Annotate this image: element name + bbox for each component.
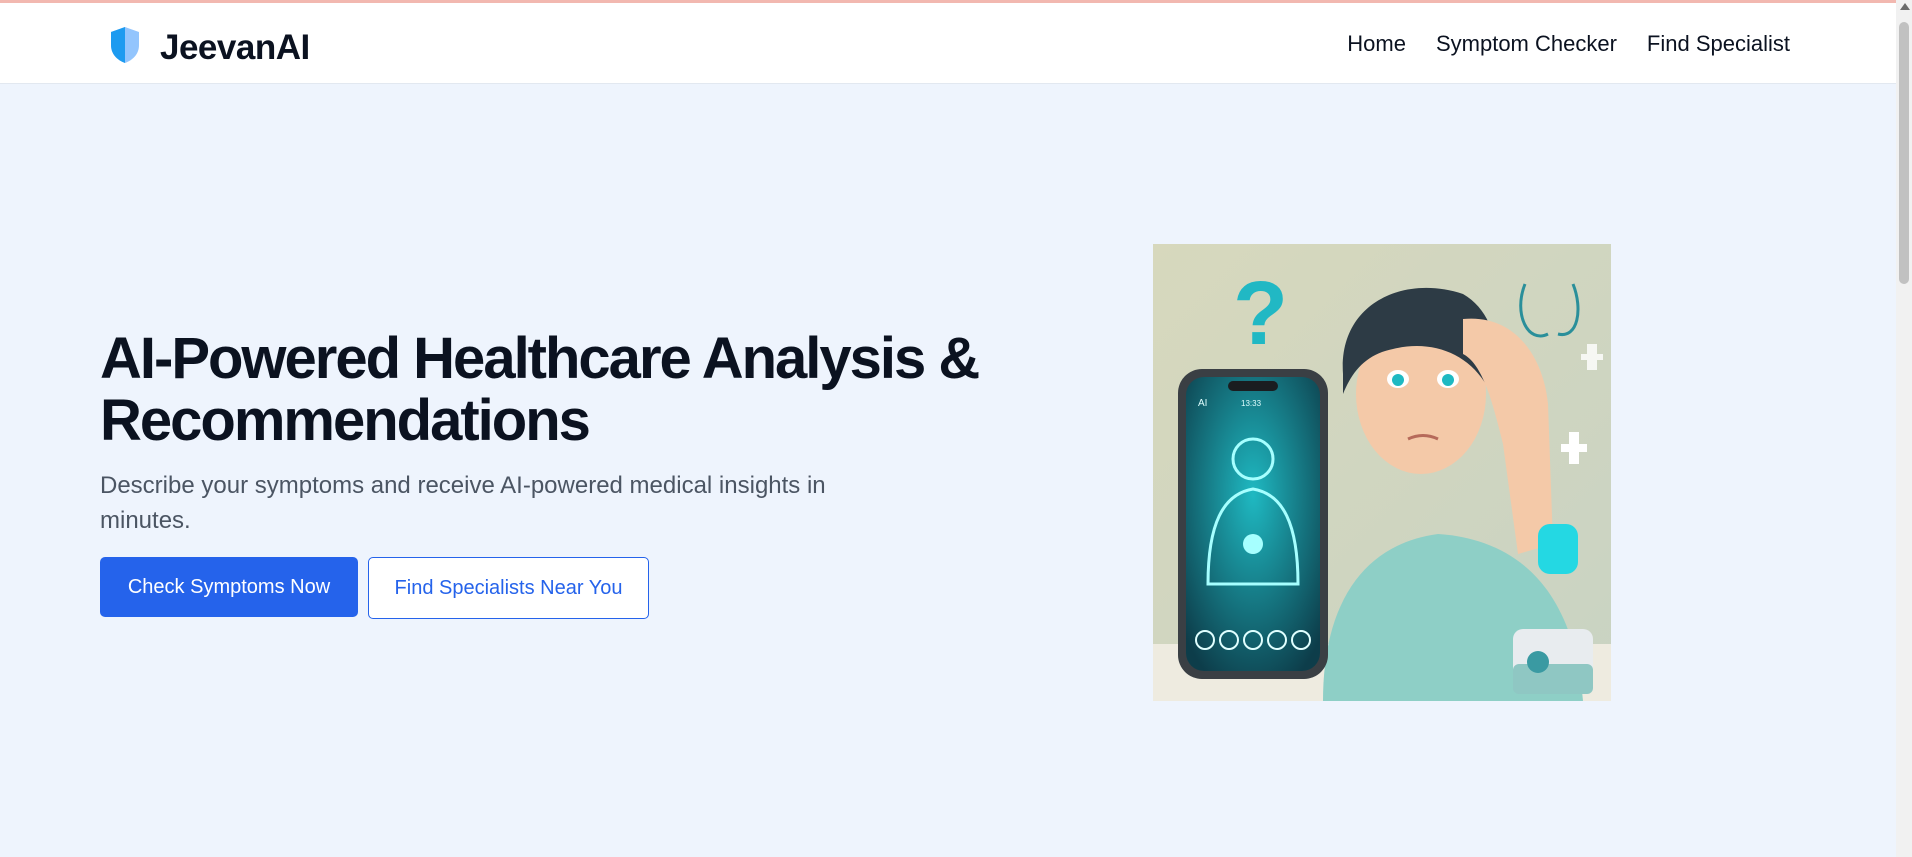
nav-links: Home Symptom Checker Find Specialist — [1347, 31, 1790, 57]
scroll-up-arrow-icon[interactable] — [1900, 3, 1910, 10]
nav-symptom-checker-link[interactable]: Symptom Checker — [1436, 31, 1617, 57]
hero-title: AI-Powered Healthcare Analysis & Recomme… — [100, 326, 980, 453]
vertical-scrollbar[interactable] — [1896, 0, 1912, 857]
nav-home-link[interactable]: Home — [1347, 31, 1406, 57]
hero-illustration: ? AI 13:33 — [1153, 244, 1611, 701]
find-specialists-button[interactable]: Find Specialists Near You — [368, 557, 649, 619]
navbar: JeevanAI Home Symptom Checker Find Speci… — [0, 3, 1896, 84]
brand-logo[interactable]: JeevanAI — [108, 25, 310, 70]
question-mark-text: ? — [1233, 264, 1288, 364]
brand-name: JeevanAI — [160, 27, 310, 67]
scrollbar-thumb[interactable] — [1899, 22, 1909, 284]
nav-find-specialist-link[interactable]: Find Specialist — [1647, 31, 1790, 57]
phone-ai-label: AI — [1198, 398, 1207, 409]
phone-time: 13:33 — [1241, 399, 1262, 408]
shield-icon — [108, 25, 142, 70]
hero-subtitle: Describe your symptoms and receive AI-po… — [100, 472, 826, 534]
check-symptoms-button[interactable]: Check Symptoms Now — [100, 557, 358, 617]
